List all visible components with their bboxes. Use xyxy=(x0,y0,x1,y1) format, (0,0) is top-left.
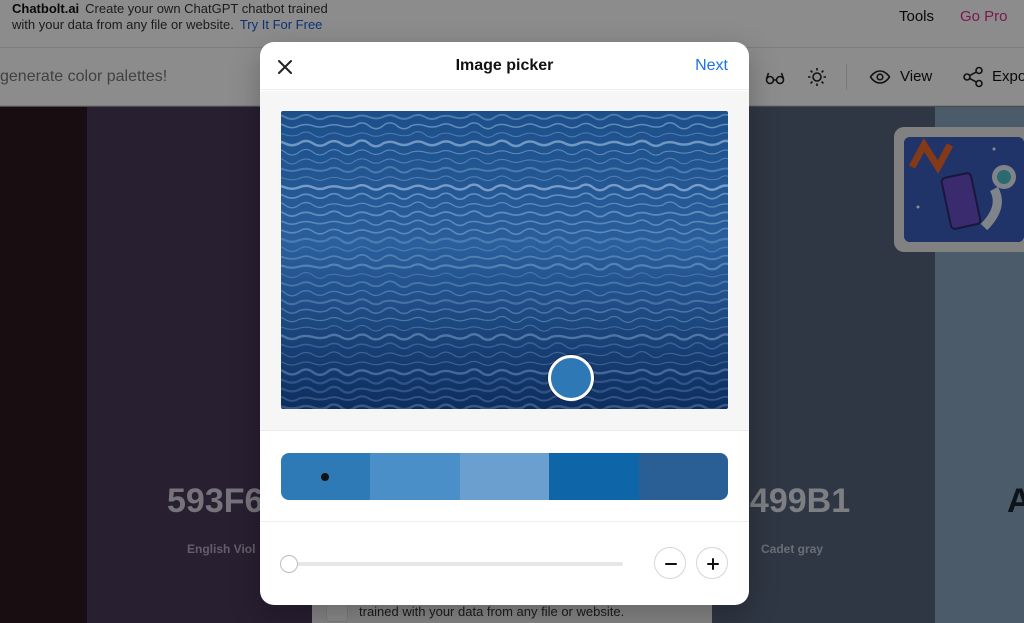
palette-color-1[interactable] xyxy=(281,453,371,500)
next-button[interactable]: Next xyxy=(695,57,728,75)
extracted-palette xyxy=(281,453,728,500)
minus-button[interactable] xyxy=(654,547,686,579)
palette-color-2[interactable] xyxy=(370,453,460,500)
palette-color-3[interactable] xyxy=(459,453,550,500)
color-picker-handle[interactable] xyxy=(548,355,594,401)
image-area xyxy=(260,91,749,431)
uploaded-photo[interactable] xyxy=(281,111,728,409)
plus-button[interactable] xyxy=(696,547,728,579)
minus-icon xyxy=(665,563,677,565)
modal-divider xyxy=(260,521,749,522)
palette-size-slider-thumb[interactable] xyxy=(280,555,298,573)
image-picker-modal: Image picker Next xyxy=(260,42,749,605)
modal-header: Image picker Next xyxy=(260,42,749,90)
palette-size-slider-track[interactable] xyxy=(288,562,623,566)
palette-color-5[interactable] xyxy=(638,453,728,500)
water-photo xyxy=(281,111,728,409)
plus-icon xyxy=(707,558,719,570)
palette-color-4[interactable] xyxy=(549,453,639,500)
modal-title: Image picker xyxy=(455,57,554,74)
selected-indicator xyxy=(321,473,329,481)
